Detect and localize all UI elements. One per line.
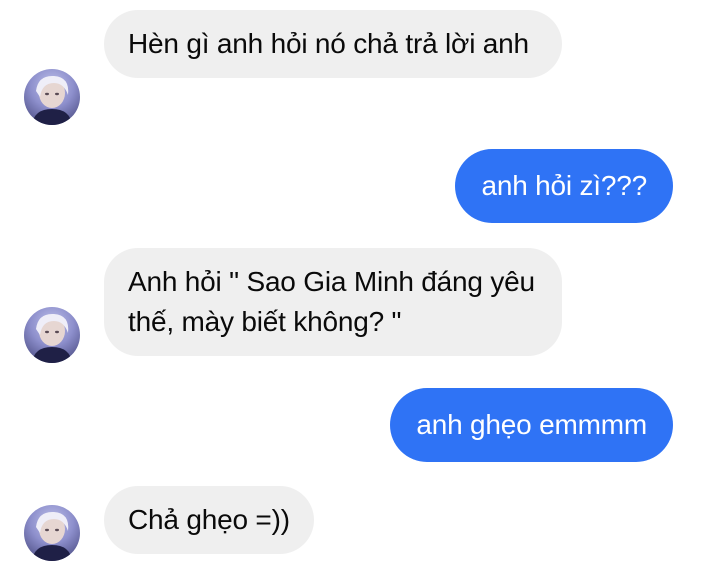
contact-avatar[interactable] [24, 505, 80, 561]
contact-avatar[interactable] [24, 307, 80, 363]
avatar-portrait-icon [32, 75, 72, 125]
message-text: anh hỏi zì??? [481, 170, 647, 201]
message-text: anh ghẹo emmmm [416, 409, 647, 440]
message-text: Hèn gì anh hỏi nó chả trả lời anh [128, 28, 529, 59]
message-bubble-incoming[interactable]: Chả ghẹo =)) [104, 486, 314, 554]
message-bubble-outgoing[interactable]: anh ghẹo emmmm [390, 388, 673, 462]
message-bubble-incoming[interactable]: Anh hỏi " Sao Gia Minh đáng yêu thế, mày… [104, 248, 562, 356]
message-text: Chả ghẹo =)) [128, 504, 290, 535]
chat-thread: Hèn gì anh hỏi nó chả trả lời anh anh hỏ… [0, 0, 720, 576]
message-bubble-outgoing[interactable]: anh hỏi zì??? [455, 149, 673, 223]
avatar-portrait-icon [32, 511, 72, 561]
message-text: Anh hỏi " Sao Gia Minh đáng yêu thế, mày… [128, 266, 535, 337]
avatar-portrait-icon [32, 313, 72, 363]
contact-avatar[interactable] [24, 69, 80, 125]
message-bubble-incoming[interactable]: Hèn gì anh hỏi nó chả trả lời anh [104, 10, 562, 78]
